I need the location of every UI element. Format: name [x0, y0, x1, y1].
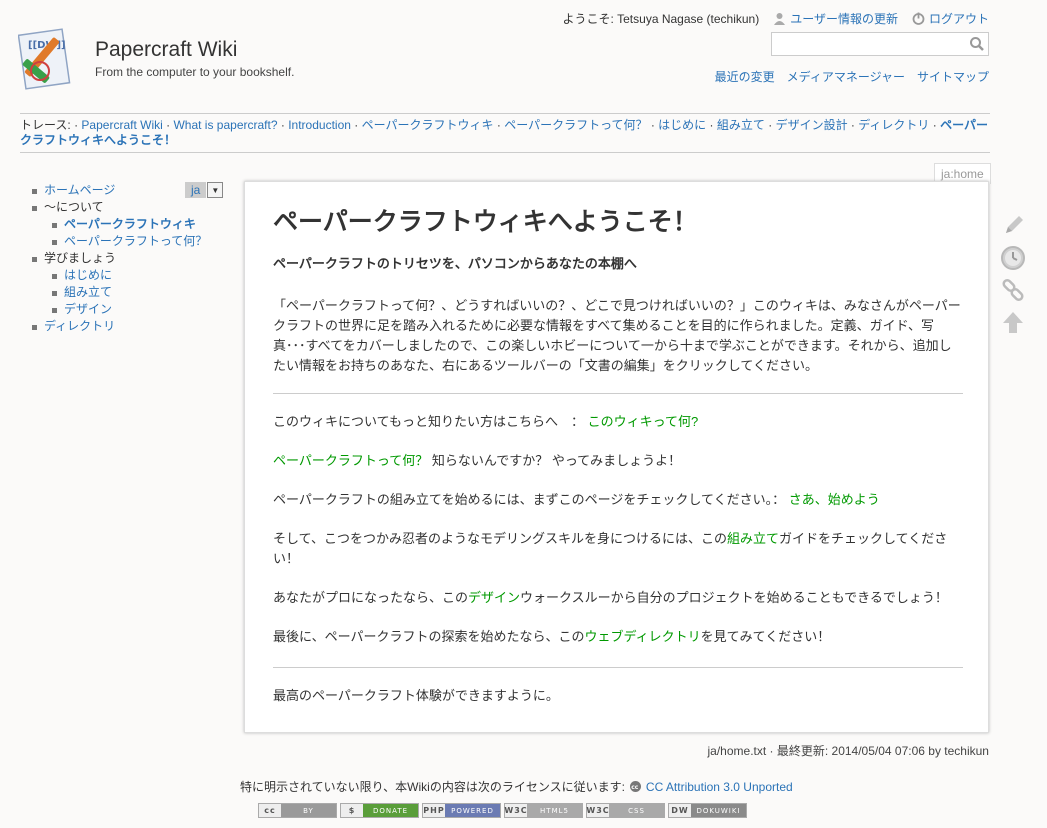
badge-logo: cc	[259, 804, 281, 817]
breadcrumb-item[interactable]: はじめに	[658, 118, 706, 132]
badge-label: POWERED	[451, 806, 494, 815]
cc-icon: cc	[629, 781, 641, 792]
footer-badge[interactable]: W3C HTML5	[504, 803, 583, 818]
paragraph-text: を見てみてください！	[700, 629, 831, 644]
language-select[interactable]: ja ▼	[185, 182, 224, 198]
paragraph: あなたがプロになったなら、このデザインウォークスルーから自分のプロジェクトを始め…	[273, 588, 963, 608]
assembly-link[interactable]: 組み立て	[727, 531, 779, 546]
logout-link[interactable]: ログアウト	[929, 10, 989, 27]
breadcrumb-item[interactable]: Introduction	[288, 118, 351, 132]
paragraph-text: ウォークスルーから自分のプロジェクトを始めることもできるでしょう！	[520, 590, 948, 605]
paragraph-text: そして、こつをつかみ忍者のようなモデリングスキルを身につけるには、この	[273, 531, 727, 546]
divider	[273, 393, 963, 394]
license-text: 特に明示されていない限り、本Wikiの内容は次のライセンスに従います:	[240, 780, 625, 794]
breadcrumb-item[interactable]: ペーパークラフトウィキ	[362, 118, 494, 132]
site-tools: 最近の変更 メディアマネージャー サイトマップ	[715, 68, 989, 85]
site-logo[interactable]: [[DW]]	[17, 26, 86, 94]
paragraph-text: 知らないんですか？ やってみましょうよ！	[431, 453, 682, 468]
svg-text:cc: cc	[631, 784, 639, 791]
link-icon[interactable]	[1000, 277, 1026, 303]
sitemap-link[interactable]: サイトマップ	[917, 68, 989, 85]
site-tagline: From the computer to your bookshelf.	[95, 65, 295, 79]
media-manager-link[interactable]: メディアマネージャー	[787, 68, 905, 85]
paragraph-text: あなたがプロになったなら、この	[273, 590, 469, 605]
sidebar: ホームページ 〜について ペーパークラフトウィキ ペーパークラフトって何？ 学び…	[30, 182, 207, 335]
document-info: ja/home.txt · 最終更新: 2014/05/04 07:06 by …	[707, 744, 990, 758]
footer-badge[interactable]: DW DOKUWIKI	[668, 803, 747, 818]
search-input[interactable]	[776, 34, 970, 56]
footer-badges: cc BY $ DONATE PHP POWERED W3C HTML5 W3C CSS DW DOK…	[258, 803, 747, 818]
badge-label: CSS	[628, 806, 645, 815]
sidebar-group-learn: 学びましょう	[44, 251, 117, 265]
badge-logo: DW	[669, 804, 691, 817]
divider	[20, 113, 990, 114]
license-notice: 特に明示されていない限り、本Wikiの内容は次のライセンスに従います: cc C…	[240, 778, 793, 795]
paragraph: 最後に、ペーパークラフトの探索を始めたなら、このウェブディレクトリを見てみてくだ…	[273, 627, 963, 647]
design-link[interactable]: デザイン	[468, 590, 520, 605]
back-to-top-icon[interactable]	[1000, 309, 1026, 335]
get-started-link[interactable]: さあ、始めよう	[789, 492, 880, 507]
paragraph-text: 最後に、ペーパークラフトの探索を始めたなら、この	[273, 629, 585, 644]
intro-paragraph: 「ペーパークラフトって何？、どうすればいいの？、どこで見つければいいの？」このウ…	[273, 298, 961, 373]
sidebar-item-papercraft-wiki[interactable]: ペーパークラフトウィキ	[64, 217, 196, 231]
footer-badge[interactable]: $ DONATE	[340, 803, 419, 818]
what-is-papercraft-link[interactable]: ペーパークラフトって何？	[273, 453, 428, 468]
breadcrumb-item[interactable]: デザイン設計	[776, 118, 848, 132]
footer-badge[interactable]: cc BY	[258, 803, 337, 818]
badge-logo: W3C	[586, 804, 610, 817]
badge-label: BY	[303, 806, 314, 815]
badge-label: HTML5	[540, 806, 569, 815]
paragraph-text: ペーパークラフトの組み立てを始めるには、まずこのページをチェックしてください。：	[273, 492, 786, 507]
edit-pencil-icon[interactable]	[1000, 213, 1026, 239]
breadcrumb-item[interactable]: ディレクトリ	[858, 118, 929, 132]
page-content: ペーパークラフトウィキへようこそ！ ペーパークラフトのトリセツを、パソコンからあ…	[244, 181, 989, 733]
recent-changes-link[interactable]: 最近の変更	[715, 68, 775, 85]
sidebar-group-about: 〜について	[44, 200, 104, 214]
breadcrumb-item[interactable]: What is papercraft?	[173, 118, 277, 132]
sidebar-item-what-is-papercraft[interactable]: ペーパークラフトって何？	[64, 234, 207, 248]
chevron-down-icon[interactable]: ▼	[207, 182, 224, 198]
breadcrumb-label: トレース:	[20, 118, 71, 132]
paragraph: ペーパークラフトって何？ 知らないんですか？ やってみましょうよ！	[273, 451, 963, 471]
clock-icon[interactable]	[1000, 245, 1026, 271]
user-icon	[774, 13, 786, 25]
divider	[273, 667, 963, 668]
welcome-text: ようこそ: Tetsuya Nagase (techikun)	[562, 12, 760, 26]
breadcrumb-item[interactable]: Papercraft Wiki	[81, 118, 162, 132]
page-title: ペーパークラフトウィキへようこそ！	[273, 208, 698, 236]
sidebar-item-design[interactable]: デザイン	[64, 302, 112, 316]
site-title[interactable]: Papercraft Wiki	[95, 38, 237, 62]
paragraph: ペーパークラフトの組み立てを始めるには、まずこのページをチェックしてください。：…	[273, 490, 963, 510]
language-value: ja	[185, 182, 207, 198]
breadcrumb: トレース: · Papercraft Wiki · What is paperc…	[20, 118, 989, 147]
breadcrumb-item[interactable]: ペーパークラフトって何？	[504, 118, 647, 132]
sidebar-item-home[interactable]: ホームページ	[44, 183, 115, 197]
license-link[interactable]: CC Attribution 3.0 Unported	[646, 780, 793, 794]
badge-label: DONATE	[372, 806, 409, 815]
footer-badge[interactable]: W3C CSS	[586, 803, 665, 818]
badge-logo: $	[341, 804, 363, 817]
paragraph-text: このウィキについてもっと知りたい方はこちらへ ：	[273, 414, 584, 429]
profile-link[interactable]: ユーザー情報の更新	[790, 10, 898, 27]
about-wiki-link[interactable]: このウィキって何?	[588, 414, 699, 429]
power-icon	[912, 12, 925, 25]
paragraph: そして、こつをつかみ忍者のようなモデリングスキルを身につけるには、この組み立てガ…	[273, 529, 963, 569]
user-tools: ようこそ: Tetsuya Nagase (techikun) ユーザー情報の更…	[562, 10, 989, 27]
page-subtitle: ペーパークラフトのトリセツを、パソコンからあなたの本棚へ	[273, 256, 637, 271]
badge-label: DOKUWIKI	[696, 806, 741, 815]
breadcrumb-item[interactable]: 組み立て	[717, 118, 765, 132]
web-directory-link[interactable]: ウェブディレクトリ	[584, 629, 700, 644]
badge-logo: PHP	[423, 804, 445, 817]
closing-paragraph: 最高のペーパークラフト体験ができますように。	[273, 688, 559, 703]
paragraph: このウィキについてもっと知りたい方はこちらへ ： このウィキって何?	[273, 412, 963, 432]
sidebar-item-assembly[interactable]: 組み立て	[64, 285, 112, 299]
divider	[20, 152, 990, 153]
footer-badge[interactable]: PHP POWERED	[422, 803, 501, 818]
sidebar-item-introduction[interactable]: はじめに	[64, 268, 112, 282]
sidebar-item-directory[interactable]: ディレクトリ	[44, 319, 115, 333]
search-box	[771, 32, 989, 56]
search-icon[interactable]	[969, 36, 985, 52]
badge-logo: W3C	[504, 804, 528, 817]
